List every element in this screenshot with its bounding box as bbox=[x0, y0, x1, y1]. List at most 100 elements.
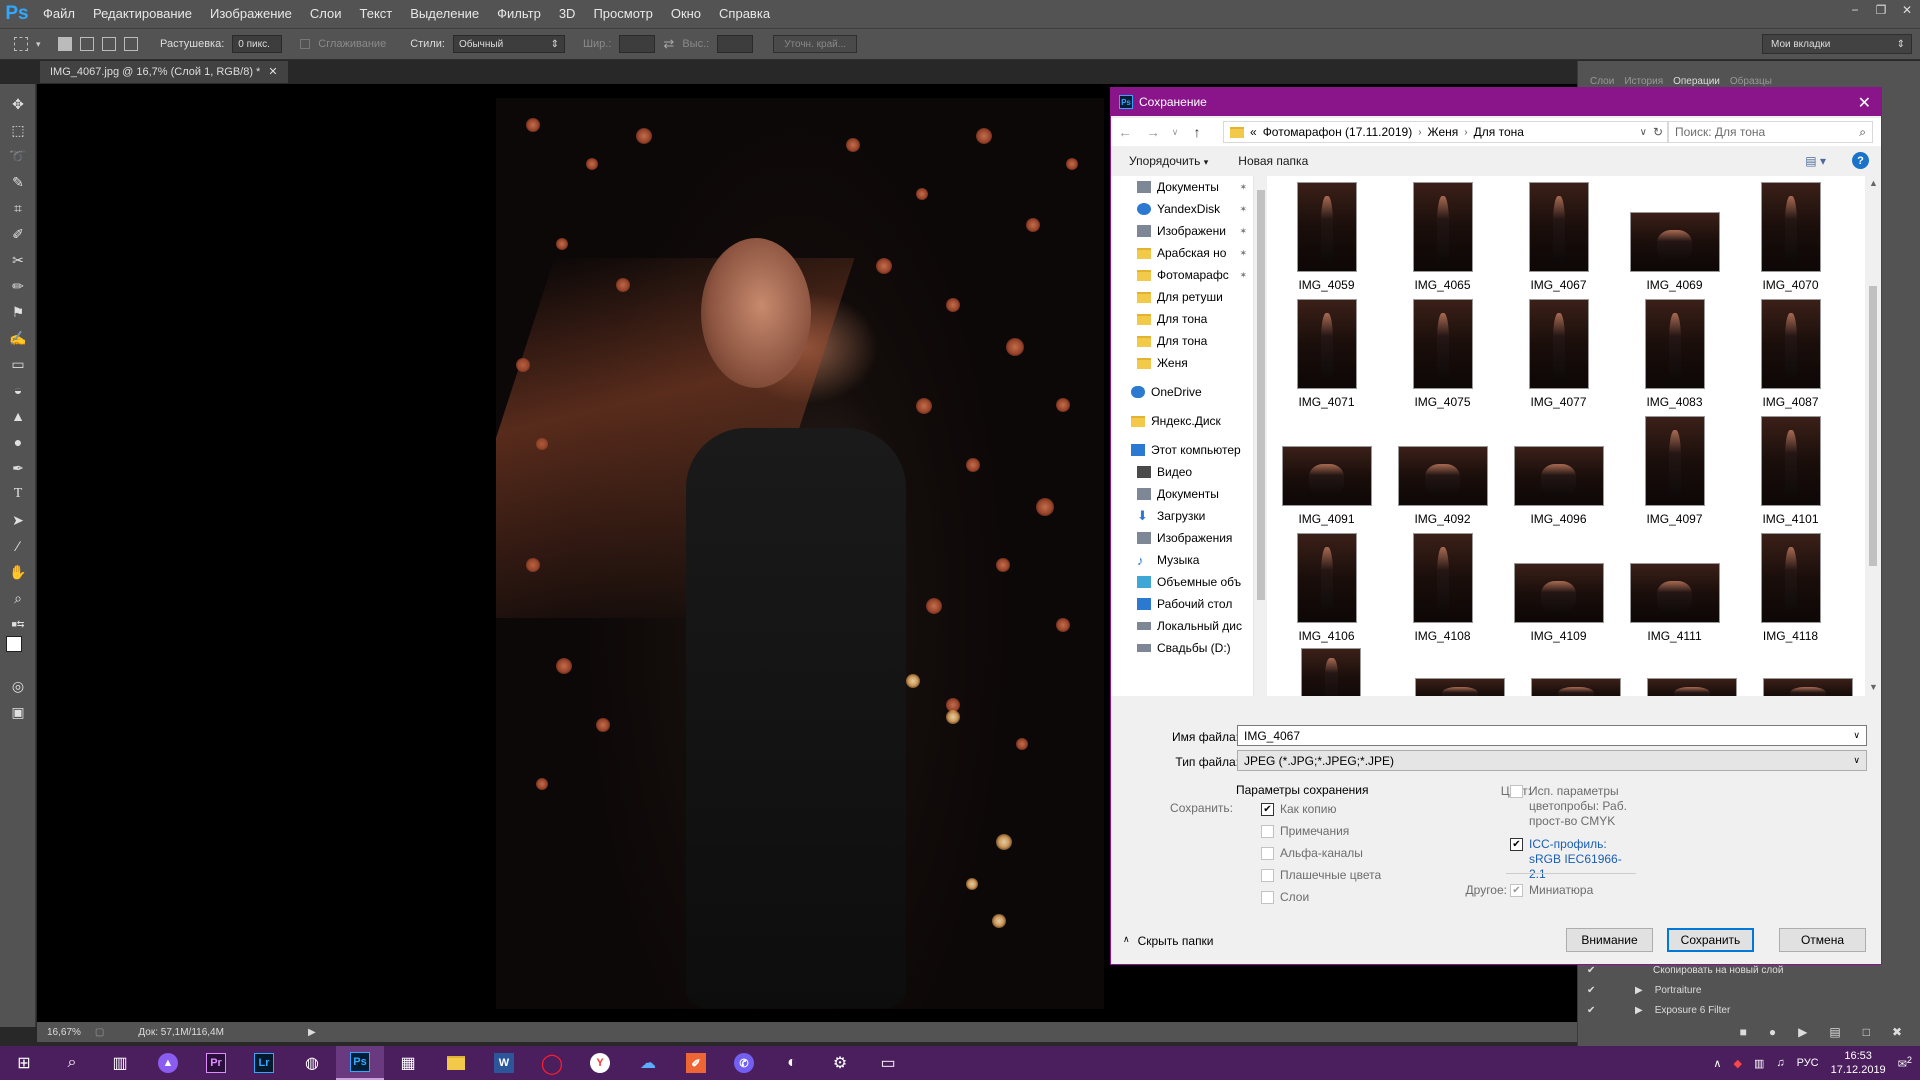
file-scrollbar[interactable]: ▲ ▼ bbox=[1865, 176, 1881, 696]
nav-item[interactable]: Видео bbox=[1111, 461, 1251, 483]
close-icon[interactable]: ✕ bbox=[1858, 93, 1871, 113]
nav-item[interactable]: Изображения bbox=[1111, 527, 1251, 549]
healing-brush-tool-icon[interactable]: ✂ bbox=[8, 250, 28, 270]
network-icon[interactable]: ▥ bbox=[1754, 1057, 1764, 1070]
scroll-up-icon[interactable]: ▲ bbox=[1869, 178, 1878, 188]
antivirus-icon[interactable]: ◆ bbox=[1733, 1057, 1741, 1070]
file-thumbnail[interactable] bbox=[1531, 678, 1621, 696]
file-item[interactable]: IMG_4075 bbox=[1385, 293, 1500, 409]
file-thumbnail[interactable] bbox=[1763, 678, 1853, 696]
layers-checkbox[interactable]: Слои bbox=[1261, 890, 1309, 904]
height-input[interactable] bbox=[717, 35, 754, 53]
nav-item[interactable]: ♪ Музыка bbox=[1111, 549, 1251, 571]
yandex-browser-icon[interactable]: Y bbox=[576, 1046, 624, 1080]
marquee-tool-icon[interactable]: ⬚ bbox=[8, 120, 28, 140]
spot-colors-checkbox[interactable]: Плашечные цвета bbox=[1261, 868, 1381, 882]
chevron-down-icon[interactable]: ∨ bbox=[1853, 755, 1860, 766]
notes-checkbox[interactable]: Примечания bbox=[1261, 824, 1349, 838]
alpha-channels-checkbox[interactable]: Альфа-каналы bbox=[1261, 846, 1363, 860]
start-button[interactable]: ⊞ bbox=[0, 1046, 48, 1080]
nav-item[interactable]: Рабочий стол bbox=[1111, 593, 1251, 615]
intersect-selection-icon[interactable] bbox=[124, 37, 138, 51]
nav-item[interactable]: Для тона bbox=[1111, 330, 1251, 352]
tab-layers[interactable]: Слои bbox=[1590, 76, 1614, 87]
tab-history[interactable]: История bbox=[1624, 76, 1663, 87]
menu-type[interactable]: Текст bbox=[351, 0, 402, 28]
stop-icon[interactable]: ■ bbox=[1740, 1025, 1747, 1039]
eyedropper-tool-icon[interactable]: ✐ bbox=[8, 224, 28, 244]
organize-button[interactable]: Упорядочить ▾ bbox=[1129, 154, 1208, 168]
nav-item[interactable]: ⬇ Загрузки bbox=[1111, 505, 1251, 527]
checkbox-box[interactable]: ✔ bbox=[1510, 838, 1523, 851]
paint-bucket-tool-icon[interactable]: ◒ bbox=[8, 380, 28, 400]
action-row[interactable]: ✔ ▶ Portraiture bbox=[1577, 980, 1920, 1000]
minimize-icon[interactable]: − bbox=[1842, 0, 1868, 20]
search-input[interactable]: Поиск: Для тона ⌕ bbox=[1668, 121, 1873, 143]
type-tool-icon[interactable]: T bbox=[8, 484, 28, 504]
menu-help[interactable]: Справка bbox=[710, 0, 779, 28]
close-tab-icon[interactable]: ✕ bbox=[268, 61, 277, 83]
refine-edge-button[interactable]: Уточн. край... bbox=[773, 35, 858, 53]
menu-view[interactable]: Просмотр bbox=[584, 0, 661, 28]
close-icon[interactable]: ✕ bbox=[1894, 0, 1920, 20]
pen-tool-icon[interactable]: ✒ bbox=[8, 458, 28, 478]
quick-mask-icon[interactable]: ◎ bbox=[8, 676, 28, 696]
nav-item[interactable]: Объемные объ bbox=[1111, 571, 1251, 593]
volume-icon[interactable]: ♫ bbox=[1776, 1057, 1784, 1069]
dialog-titlebar[interactable]: Ps Сохранение bbox=[1111, 88, 1881, 116]
nav-item[interactable]: Арабская но ✶ bbox=[1111, 242, 1251, 264]
file-item[interactable]: IMG_4069 bbox=[1617, 176, 1732, 292]
play-icon[interactable]: ▶ bbox=[1798, 1025, 1807, 1039]
nav-item[interactable]: Яндекс.Диск bbox=[1111, 410, 1251, 432]
document-tab[interactable]: IMG_4067.jpg @ 16,7% (Слой 1, RGB/8) * ✕ bbox=[40, 61, 288, 83]
check-icon[interactable]: ✔ bbox=[1587, 985, 1597, 996]
premiere-icon[interactable]: Pr bbox=[192, 1046, 240, 1080]
file-item[interactable]: IMG_4101 bbox=[1733, 410, 1848, 526]
alice-icon[interactable]: ▲ bbox=[144, 1046, 192, 1080]
workspace-select[interactable]: Мои вкладки ⇕ bbox=[1762, 34, 1912, 54]
screen-mode-icon[interactable]: ▣ bbox=[8, 702, 28, 722]
file-item[interactable]: IMG_4106 bbox=[1269, 527, 1384, 643]
chevron-up-icon[interactable]: ∧ bbox=[1713, 1057, 1721, 1070]
subtract-selection-icon[interactable] bbox=[102, 37, 116, 51]
nav-item[interactable]: YandexDisk ✶ bbox=[1111, 198, 1251, 220]
action-row[interactable]: ✔ ▶ Exposure 6 Filter bbox=[1577, 1000, 1920, 1020]
new-folder-button[interactable]: Новая папка bbox=[1238, 154, 1308, 168]
notification-icon[interactable]: ✉2 bbox=[1898, 1055, 1912, 1071]
cloud-app-icon[interactable]: ☁ bbox=[624, 1046, 672, 1080]
file-item[interactable]: IMG_4118 bbox=[1733, 527, 1848, 643]
file-item[interactable]: IMG_4111 bbox=[1617, 527, 1732, 643]
zoom-level[interactable]: 16,67% bbox=[47, 1027, 81, 1038]
menu-layer[interactable]: Слои bbox=[301, 0, 351, 28]
cancel-button[interactable]: Отмена bbox=[1779, 928, 1866, 952]
eraser-tool-icon[interactable]: ▭ bbox=[8, 354, 28, 374]
file-item[interactable]: IMG_4059 bbox=[1269, 176, 1384, 292]
settings-gear-icon[interactable]: ⚙ bbox=[816, 1046, 864, 1080]
chevron-down-icon[interactable]: ∨ bbox=[1167, 127, 1183, 138]
pin-icon[interactable]: ✶ bbox=[1239, 248, 1247, 259]
breadcrumb-overflow[interactable]: « bbox=[1250, 125, 1257, 139]
history-brush-tool-icon[interactable]: ✍ bbox=[8, 328, 28, 348]
hand-tool-icon[interactable]: ✋ bbox=[8, 562, 28, 582]
add-selection-icon[interactable] bbox=[80, 37, 94, 51]
photoshop-taskbar-icon[interactable]: Ps bbox=[336, 1046, 384, 1080]
calculator-icon[interactable]: ▦ bbox=[384, 1046, 432, 1080]
menu-image[interactable]: Изображение bbox=[201, 0, 301, 28]
tab-swatches[interactable]: Образцы bbox=[1730, 76, 1772, 87]
file-item[interactable]: IMG_4108 bbox=[1385, 527, 1500, 643]
menu-file[interactable]: Файл bbox=[34, 0, 84, 28]
word-icon[interactable]: W bbox=[480, 1046, 528, 1080]
checkbox-box[interactable] bbox=[1261, 825, 1274, 838]
blur-tool-icon[interactable]: ▲ bbox=[8, 406, 28, 426]
trash-icon[interactable]: ✖ bbox=[1892, 1025, 1902, 1039]
marquee-tool-icon[interactable] bbox=[14, 37, 28, 51]
file-item[interactable]: IMG_4067 bbox=[1501, 176, 1616, 292]
menu-select[interactable]: Выделение bbox=[401, 0, 488, 28]
file-thumbnail[interactable] bbox=[1301, 648, 1361, 696]
checkbox-box[interactable] bbox=[1261, 891, 1274, 904]
clone-stamp-tool-icon[interactable]: ⚑ bbox=[8, 302, 28, 322]
help-button[interactable]: ? bbox=[1852, 152, 1869, 169]
quick-select-tool-icon[interactable]: ✎ bbox=[8, 172, 28, 192]
new-action-icon[interactable]: □ bbox=[1863, 1025, 1870, 1039]
file-item[interactable]: IMG_4065 bbox=[1385, 176, 1500, 292]
